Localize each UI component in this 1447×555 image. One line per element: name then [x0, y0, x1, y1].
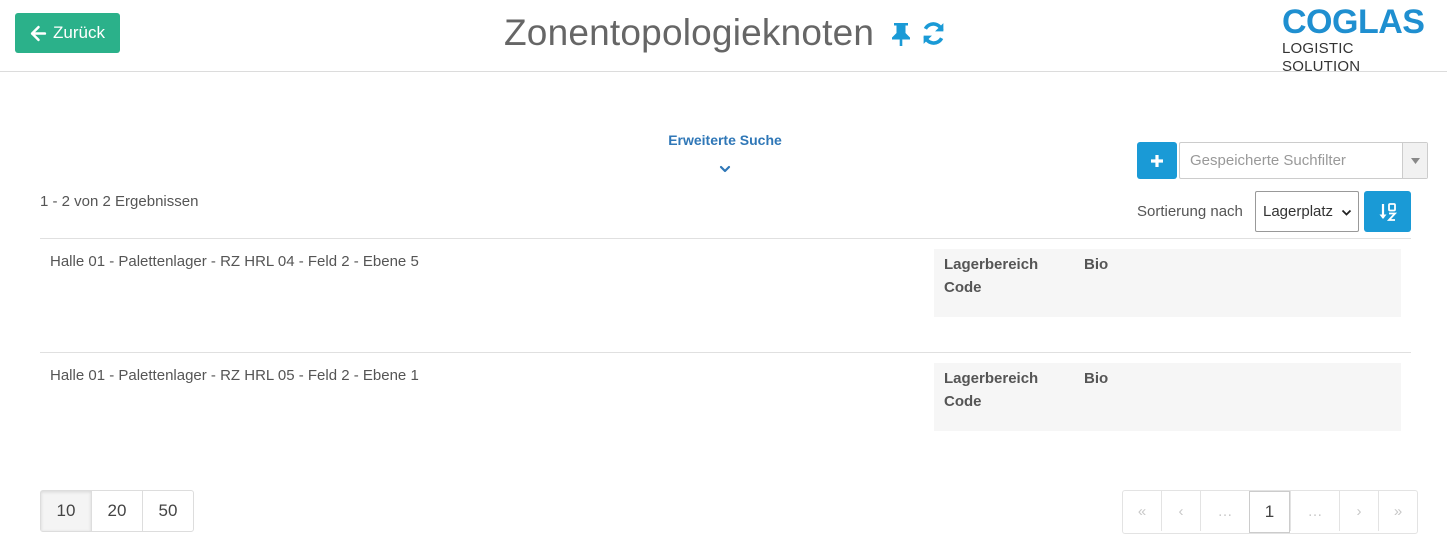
result-row[interactable]: Halle 01 - Palettenlager - RZ HRL 04 - F… [40, 238, 1411, 353]
attribute-label: Lagerbereich Code [944, 256, 1039, 296]
result-row-title[interactable]: Halle 01 - Palettenlager - RZ HRL 05 - F… [50, 367, 419, 384]
sort-select-value: Lagerplatz [1263, 203, 1334, 220]
result-count: 1 - 2 von 2 Ergebnissen [40, 193, 199, 210]
last-page-button[interactable]: » [1378, 491, 1417, 531]
arrow-left-icon [30, 25, 47, 41]
page-size-selector: 10 20 50 [40, 490, 194, 532]
next-page-button[interactable]: › [1339, 491, 1378, 531]
caret-down-icon [1410, 157, 1420, 164]
page-title: Zonentopologieknoten [504, 12, 875, 53]
first-page-button[interactable]: « [1123, 491, 1161, 531]
saved-filter-input[interactable] [1180, 143, 1402, 178]
sort-direction-button[interactable] [1364, 191, 1411, 232]
pin-icon[interactable] [890, 22, 912, 46]
chevron-down-icon[interactable] [719, 163, 731, 175]
page-size-50[interactable]: 50 [142, 491, 193, 531]
pagination: « ‹ … 1 … › » [1122, 490, 1418, 534]
page-size-20[interactable]: 20 [91, 491, 142, 531]
result-attributes: Lagerbereich Code Bio [934, 249, 1401, 317]
previous-page-button[interactable]: ‹ [1161, 491, 1200, 531]
plus-icon [1151, 154, 1163, 167]
back-button-label: Zurück [53, 23, 105, 42]
back-button[interactable]: Zurück [15, 13, 120, 53]
sort-select[interactable]: Lagerplatz [1255, 191, 1359, 232]
advanced-search-toggle[interactable]: Erweiterte Suche [640, 132, 810, 148]
logo: COGLAS LOGISTIC SOLUTION [1282, 4, 1432, 76]
logo-main-text: COGLAS [1282, 3, 1425, 41]
sort-label: Sortierung nach [1137, 203, 1243, 220]
add-filter-button[interactable] [1137, 142, 1177, 179]
pagination-ellipsis: … [1290, 491, 1339, 531]
attribute-value: Bio [1084, 256, 1109, 273]
refresh-icon[interactable] [920, 20, 947, 47]
logo-sub-text: LOGISTIC SOLUTION [1282, 40, 1361, 75]
saved-filter-select[interactable] [1179, 142, 1428, 179]
attribute-value: Bio [1084, 370, 1109, 387]
attribute-label: Lagerbereich Code [944, 370, 1039, 410]
result-row-title[interactable]: Halle 01 - Palettenlager - RZ HRL 04 - F… [50, 253, 419, 270]
result-row[interactable]: Halle 01 - Palettenlager - RZ HRL 05 - F… [40, 352, 1411, 463]
pagination-ellipsis: … [1200, 491, 1249, 531]
result-attributes: Lagerbereich Code Bio [934, 363, 1401, 431]
saved-filter-dropdown-button[interactable] [1402, 143, 1427, 178]
current-page-button[interactable]: 1 [1249, 491, 1290, 533]
chevron-down-icon [1341, 209, 1352, 216]
sort-ascending-icon [1379, 202, 1397, 221]
header-bar: Zurück Zonentopologieknoten COGLAS LOGIS… [0, 0, 1447, 75]
page-size-10[interactable]: 10 [41, 491, 91, 531]
